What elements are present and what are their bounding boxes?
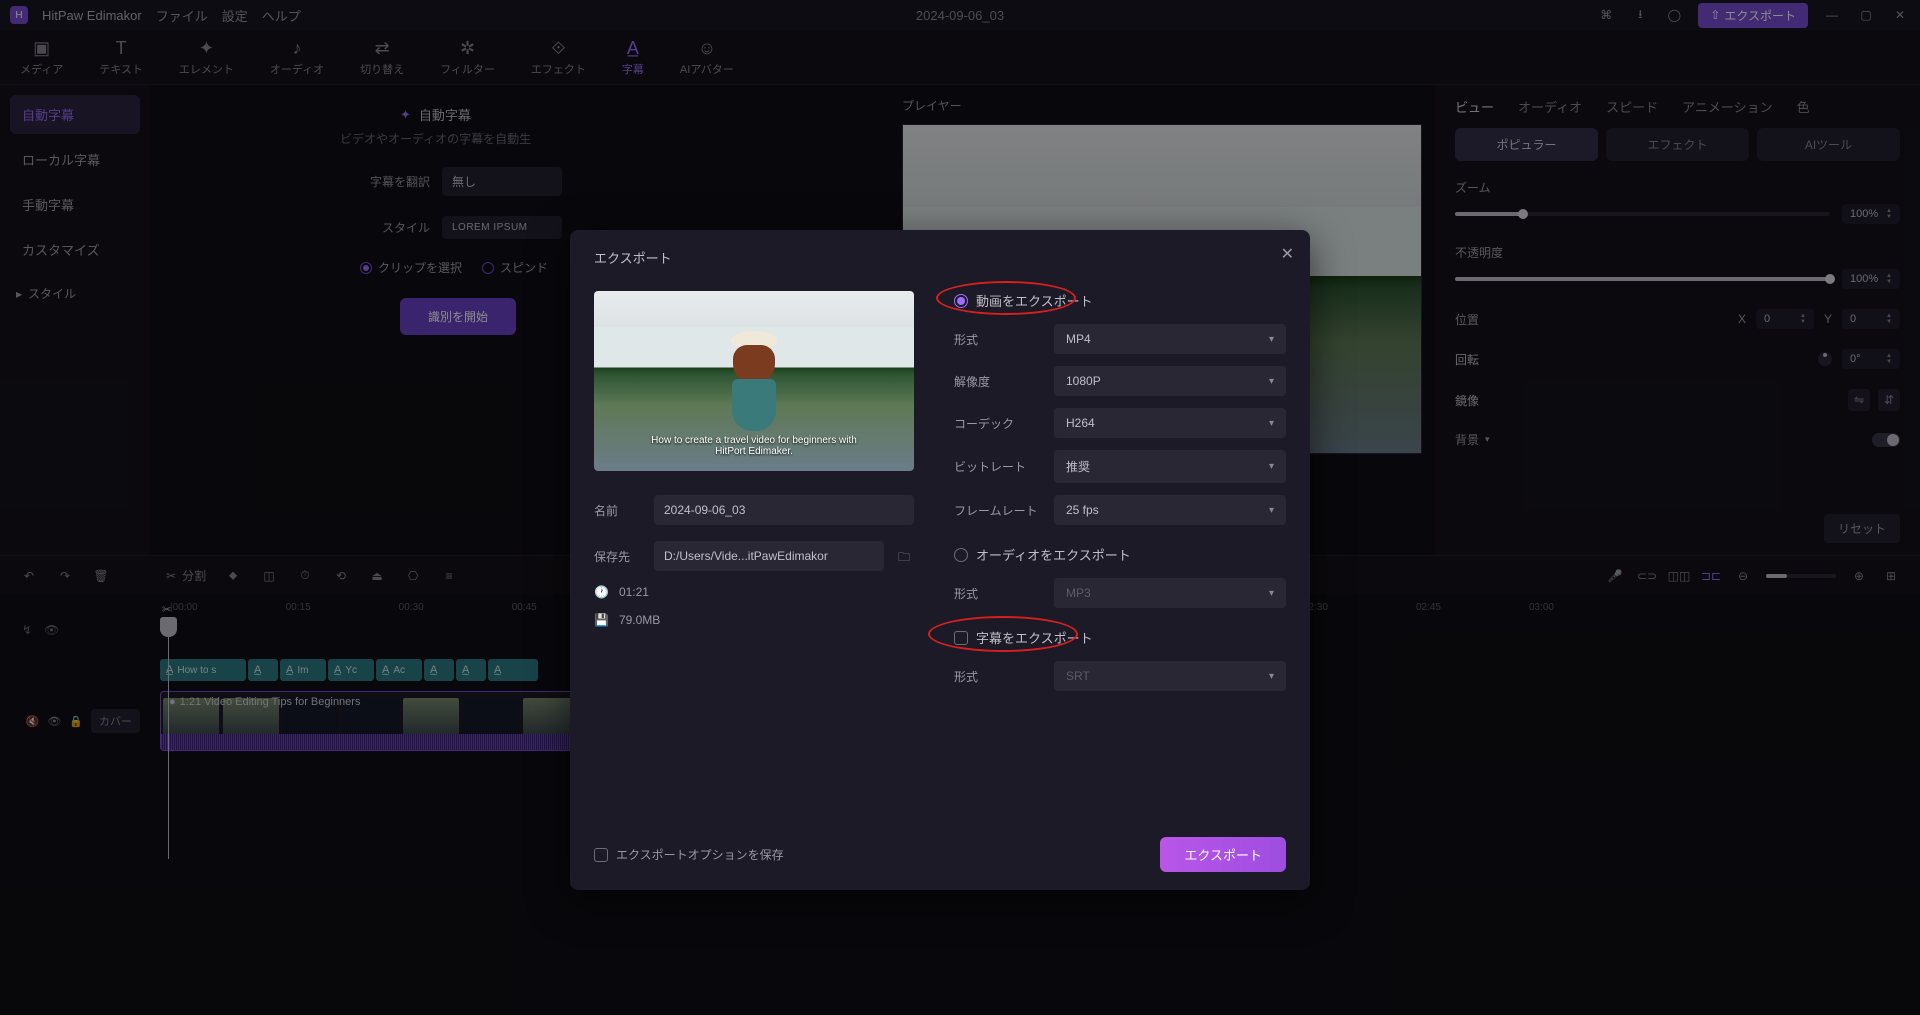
save-options-checkbox[interactable]: エクスポートオプションを保存 — [594, 846, 784, 863]
framerate-select[interactable]: 25 fps▾ — [1054, 495, 1286, 525]
clock-icon: 🕐 — [594, 585, 609, 599]
size-value: 79.0MB — [619, 613, 660, 627]
dialog-title: エクスポート — [594, 248, 1286, 267]
export-dialog: エクスポート ✕ How to create a travel video fo… — [570, 230, 1310, 890]
resolution-select[interactable]: 1080P▾ — [1054, 366, 1286, 396]
radio-on-icon — [954, 294, 968, 308]
disk-icon: 💾 — [594, 613, 609, 627]
framerate-label: フレームレート — [954, 502, 1040, 519]
duration-value: 01:21 — [619, 585, 649, 599]
codec-label: コーデック — [954, 415, 1040, 432]
audio-format-select: MP3▾ — [1054, 578, 1286, 608]
export-preview: How to create a travel video for beginne… — [594, 291, 914, 471]
format-select[interactable]: MP4▾ — [1054, 324, 1286, 354]
export-audio-radio[interactable]: オーディオをエクスポート — [954, 545, 1286, 564]
audio-format-label: 形式 — [954, 585, 1040, 602]
export-subtitle-checkbox[interactable]: 字幕をエクスポート — [954, 628, 1286, 647]
folder-icon[interactable]: 🗀 — [898, 548, 914, 564]
resolution-label: 解像度 — [954, 373, 1040, 390]
chevron-down-icon: ▾ — [1269, 334, 1274, 345]
radio-off-icon — [954, 548, 968, 562]
format-label: 形式 — [954, 331, 1040, 348]
export-video-radio[interactable]: 動画をエクスポート — [954, 291, 1286, 310]
bitrate-label: ビットレート — [954, 458, 1040, 475]
subtitle-format-select: SRT▾ — [1054, 661, 1286, 691]
codec-select[interactable]: H264▾ — [1054, 408, 1286, 438]
name-label: 名前 — [594, 502, 640, 519]
dest-input[interactable]: D:/Users/Vide...itPawEdimakor — [654, 541, 884, 571]
checkbox-off-icon — [594, 848, 608, 862]
dialog-close-button[interactable]: ✕ — [1281, 244, 1294, 264]
dest-label: 保存先 — [594, 548, 640, 565]
sub-format-label: 形式 — [954, 668, 1040, 685]
name-input[interactable]: 2024-09-06_03 — [654, 495, 914, 525]
checkbox-off-icon — [954, 631, 968, 645]
export-button[interactable]: エクスポート — [1160, 837, 1286, 872]
bitrate-select[interactable]: 推奨▾ — [1054, 450, 1286, 483]
